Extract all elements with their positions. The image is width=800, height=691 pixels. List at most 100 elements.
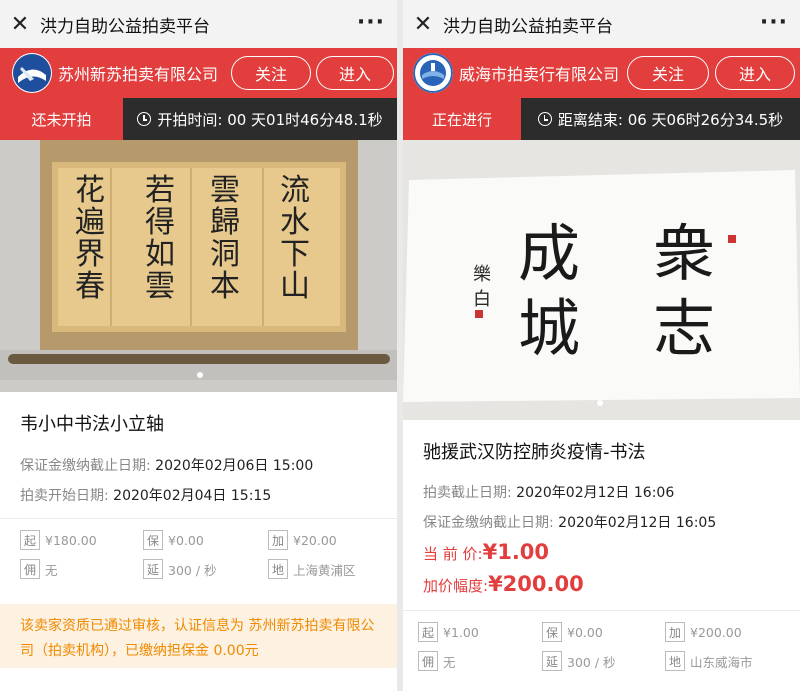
countdown-text: 距离结束: 06 天06时26分34.5秒 [557, 110, 784, 129]
commission-text: 无 [443, 654, 456, 670]
extension-text: 300 / 秒 [567, 654, 616, 670]
close-icon[interactable]: ✕ [0, 0, 40, 48]
auction-start-date: 拍卖开始日期: 2020年02月04日 15:15 [20, 485, 271, 505]
increment-text: ¥20.00 [293, 532, 337, 548]
svg-text:雲: 雲 [210, 173, 240, 208]
window-titlebar: ✕ 洪力自助公益拍卖平台 ··· [0, 0, 397, 48]
increment-icon: 加 [268, 530, 288, 550]
svg-text:水: 水 [280, 205, 310, 240]
extension-text: 300 / 秒 [168, 562, 217, 578]
start-price-text: ¥1.00 [443, 624, 479, 640]
seller-logo [12, 53, 52, 93]
svg-text:花: 花 [75, 173, 105, 208]
svg-text:下: 下 [280, 237, 310, 272]
follow-button[interactable]: 关注 [627, 56, 709, 90]
carousel-dot[interactable] [197, 372, 203, 378]
divider [0, 518, 397, 519]
bid-increment: 加价幅度: ¥200.00 [423, 572, 584, 596]
close-icon[interactable]: ✕ [403, 0, 443, 48]
svg-text:衆: 衆 [653, 217, 715, 290]
deposit-deadline: 保证金缴纳截止日期: 2020年02月06日 15:00 [20, 455, 313, 475]
clock-icon [137, 112, 152, 126]
location-icon: 地 [268, 559, 288, 579]
window-title: 洪力自助公益拍卖平台 [40, 16, 210, 37]
current-price: 当 前 价: ¥1.00 [423, 540, 549, 564]
divider [403, 610, 800, 611]
start-price-icon: 起 [20, 530, 40, 550]
more-icon[interactable]: ··· [357, 10, 385, 35]
deposit-icon: 保 [542, 622, 562, 642]
auction-panel-left: ✕ 洪力自助公益拍卖平台 ··· 苏州新苏拍卖有限公司 关注 进入 还未开拍 开… [0, 0, 397, 691]
svg-text:山: 山 [280, 269, 310, 304]
commission-icon: 佣 [418, 651, 438, 671]
current-price-value: ¥1.00 [482, 540, 550, 564]
auction-start-label: 拍卖开始日期: [20, 488, 114, 504]
window-title: 洪力自助公益拍卖平台 [443, 16, 613, 37]
auction-start-value: 2020年02月04日 15:15 [113, 488, 272, 504]
svg-text:流: 流 [280, 173, 310, 208]
svg-text:歸: 歸 [210, 205, 240, 240]
prop-start-price: 起 ¥180.00 [20, 530, 97, 550]
prop-increment: 加 ¥200.00 [665, 622, 742, 642]
enter-button[interactable]: 进入 [715, 56, 795, 90]
more-icon[interactable]: ··· [760, 10, 788, 35]
start-price-icon: 起 [418, 622, 438, 642]
svg-text:雲: 雲 [145, 269, 175, 304]
countdown-text: 开拍时间: 00 天01时46分48.1秒 [157, 110, 383, 129]
svg-text:白: 白 [473, 289, 491, 310]
svg-text:春: 春 [75, 269, 105, 304]
item-photo[interactable]: 花 遍 界 春 若 得 如 雲 雲 歸 洞 本 流 水 下 山 [0, 140, 397, 392]
svg-text:本: 本 [210, 269, 240, 304]
item-title: 韦小中书法小立轴 [20, 414, 164, 435]
svg-text:志: 志 [653, 292, 715, 365]
svg-text:界: 界 [75, 237, 105, 272]
prop-location: 地上海黄浦区 [268, 559, 356, 579]
increment-text: ¥200.00 [690, 624, 742, 640]
start-price-text: ¥180.00 [45, 532, 97, 548]
auction-end-label: 拍卖截止日期: [423, 485, 517, 501]
prop-commission: 佣无 [20, 559, 58, 579]
prop-commission: 佣无 [418, 651, 456, 671]
prop-start-price: 起 ¥1.00 [418, 622, 479, 642]
prop-extension: 延 300 / 秒 [542, 651, 616, 671]
prop-deposit: 保 ¥0.00 [143, 530, 204, 550]
seller-name[interactable]: 苏州新苏拍卖有限公司 [58, 61, 218, 85]
deposit-deadline-value: 2020年02月06日 15:00 [155, 458, 314, 474]
seller-bar: 威海市拍卖行有限公司 关注 进入 [403, 48, 800, 98]
current-price-label: 当 前 价: [423, 545, 483, 563]
location-text: 上海黄浦区 [293, 562, 356, 578]
follow-button[interactable]: 关注 [231, 56, 311, 90]
svg-text:成: 成 [518, 217, 580, 290]
seller-name[interactable]: 威海市拍卖行有限公司 [459, 61, 619, 85]
commission-text: 无 [45, 562, 58, 578]
deposit-deadline: 保证金缴纳截止日期: 2020年02月12日 16:05 [423, 512, 716, 532]
deposit-icon: 保 [143, 530, 163, 550]
svg-text:城: 城 [518, 292, 580, 365]
seller-verification-notice: 该卖家资质已通过审核，认证信息为 苏州新苏拍卖有限公司（拍卖机构），已缴纳担保金… [0, 604, 397, 668]
bid-increment-label: 加价幅度: [423, 577, 489, 595]
carousel-dot[interactable] [597, 400, 603, 406]
location-icon: 地 [665, 651, 685, 671]
item-title: 驰援武汉防控肺炎疫情-书法 [423, 442, 646, 463]
auction-end-date: 拍卖截止日期: 2020年02月12日 16:06 [423, 482, 674, 502]
prop-location: 地山东威海市 [665, 651, 753, 671]
seller-bar: 苏州新苏拍卖有限公司 关注 进入 [0, 48, 397, 98]
location-text: 山东威海市 [690, 654, 753, 670]
prop-increment: 加 ¥20.00 [268, 530, 337, 550]
auction-end-value: 2020年02月12日 16:06 [516, 485, 675, 501]
item-photo[interactable]: 衆 志 成 城 樂 白 [403, 140, 800, 420]
deposit-deadline-label: 保证金缴纳截止日期: [423, 515, 559, 531]
auction-panel-right: ✕ 洪力自助公益拍卖平台 ··· 威海市拍卖行有限公司 关注 进入 正在进行 距… [403, 0, 800, 691]
deposit-text: ¥0.00 [168, 532, 204, 548]
status-badge: 还未开拍 [0, 98, 123, 140]
countdown-timer: 距离结束: 06 天06时26分34.5秒 [521, 98, 800, 140]
enter-button[interactable]: 进入 [316, 56, 394, 90]
svg-text:得: 得 [145, 205, 175, 240]
svg-text:如: 如 [145, 237, 175, 272]
commission-icon: 佣 [20, 559, 40, 579]
auction-status-bar: 正在进行 距离结束: 06 天06时26分34.5秒 [403, 98, 800, 140]
window-titlebar: ✕ 洪力自助公益拍卖平台 ··· [403, 0, 800, 48]
extension-icon: 延 [542, 651, 562, 671]
clock-icon [537, 112, 552, 126]
extension-icon: 延 [143, 559, 163, 579]
